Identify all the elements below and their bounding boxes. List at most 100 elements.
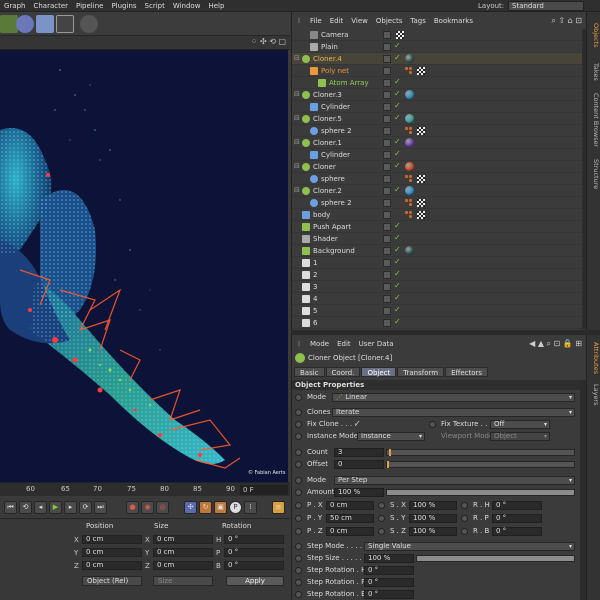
side-tab-attributes[interactable]: Attributes (588, 339, 600, 377)
am-menu-mode[interactable]: Mode (306, 340, 333, 348)
apply-button[interactable]: Apply (226, 576, 284, 586)
rotate-key-icon[interactable]: ↻ (199, 501, 212, 514)
object-name[interactable]: sphere 2 (321, 126, 352, 136)
visibility-toggle[interactable] (383, 79, 391, 87)
object-name[interactable]: 1 (313, 258, 317, 268)
material-tag-icon[interactable] (405, 114, 414, 123)
s-y-field[interactable]: 100 % (409, 514, 457, 523)
scale-key-icon[interactable]: ▣ (214, 501, 227, 514)
grip-icon[interactable]: ⁞ (292, 340, 306, 348)
clones-select[interactable]: Iterate (332, 408, 575, 417)
om-menu-tags[interactable]: Tags (406, 17, 430, 25)
anim-radio[interactable] (295, 528, 302, 535)
om-menu-bookmarks[interactable]: Bookmarks (430, 17, 477, 25)
s-x-field[interactable]: 100 % (409, 501, 457, 510)
anim-radio[interactable] (295, 579, 302, 586)
om-toolbar-icons[interactable]: ⌕ ⇧ ⌂ ⊡ (551, 16, 582, 26)
side-tab-content-browser[interactable]: Content Browser (588, 90, 600, 150)
count-slider[interactable] (386, 449, 575, 456)
step-size-slider[interactable] (416, 555, 575, 562)
material-tag-icon[interactable] (405, 246, 414, 255)
p-x-field[interactable]: 0 cm (326, 501, 374, 510)
visibility-toggle[interactable] (383, 67, 391, 75)
visibility-toggle[interactable] (383, 103, 391, 111)
fix-texture-select[interactable]: Off (490, 420, 550, 429)
visibility-toggle[interactable] (383, 139, 391, 147)
object-name[interactable]: Background (313, 246, 355, 256)
object-row[interactable]: ⊟ Cloner.3 ✓ (292, 89, 582, 101)
pla-key-icon[interactable]: ⁞ (244, 501, 257, 514)
size-x-field[interactable]: 0 cm (153, 535, 213, 544)
frame-field[interactable]: 0 F (240, 485, 288, 495)
visibility-toggle[interactable] (383, 259, 391, 267)
menu-script[interactable]: Script (141, 2, 169, 10)
object-name[interactable]: sphere 2 (321, 198, 352, 208)
om-menu-view[interactable]: View (347, 17, 372, 25)
rot-p-field[interactable]: 0 ° (224, 548, 284, 557)
om-menu-objects[interactable]: Objects (372, 17, 406, 25)
visibility-toggle[interactable] (383, 175, 391, 183)
am-menu-user-data[interactable]: User Data (355, 340, 398, 348)
offset-slider[interactable] (386, 461, 575, 468)
mode2-select[interactable]: Per Step (334, 476, 575, 485)
menu-plugins[interactable]: Plugins (107, 2, 140, 10)
object-row[interactable]: ⊟ Cloner ✓ (292, 161, 582, 173)
p-z-field[interactable]: 0 cm (326, 527, 374, 536)
object-name[interactable]: Poly net (321, 66, 349, 76)
anim-radio[interactable] (461, 515, 468, 522)
instance-mode-select[interactable]: Instance (357, 432, 425, 441)
object-name[interactable]: Cloner.3 (313, 90, 342, 100)
expand-icon[interactable]: ⊟ (294, 54, 300, 62)
visibility-toggle[interactable] (383, 271, 391, 279)
visibility-toggle[interactable] (383, 247, 391, 255)
viewport[interactable] (0, 50, 288, 482)
object-row[interactable]: Cylinder ✓ (292, 149, 582, 161)
move-key-icon[interactable]: ✣ (184, 501, 197, 514)
timeline-menu-icon[interactable]: ≡ (272, 501, 285, 514)
am-toolbar-icons[interactable]: ◀ ▲ ⌕ ⊡ 🔒 ⊞ (529, 339, 582, 349)
rot-h-field[interactable]: 0 ° (224, 535, 284, 544)
viewport-controls-icon[interactable]: ⁘ ✣ ⟲ ▢ (251, 37, 286, 46)
tab-object[interactable]: Object (361, 367, 397, 377)
visibility-toggle[interactable] (383, 163, 391, 171)
visibility-toggle[interactable] (383, 91, 391, 99)
layout-select[interactable]: Standard (508, 1, 584, 11)
anim-radio[interactable] (295, 567, 302, 574)
object-row[interactable]: 4 ✓ (292, 293, 582, 305)
am-menu-edit[interactable]: Edit (333, 340, 355, 348)
enabled-check-icon[interactable]: ✓ (394, 89, 401, 98)
visibility-toggle[interactable] (383, 151, 391, 159)
anim-radio[interactable] (295, 394, 302, 401)
menu-character[interactable]: Character (29, 2, 72, 10)
object-name[interactable]: Cloner.1 (313, 138, 342, 148)
texture-tag-icon[interactable] (417, 127, 425, 135)
expand-icon[interactable]: ⊟ (294, 186, 300, 194)
expand-icon[interactable]: ⊟ (294, 90, 300, 98)
size-y-field[interactable]: 0 cm (153, 548, 213, 557)
object-name[interactable]: Camera (321, 30, 348, 40)
object-row[interactable]: ⊟ Cloner.4 ✓ (292, 53, 582, 65)
autokey-icon[interactable]: ◉ (141, 501, 154, 514)
selection-tag-icon[interactable] (405, 199, 413, 207)
anim-radio[interactable] (295, 502, 302, 509)
object-name[interactable]: sphere (321, 174, 345, 184)
object-name[interactable]: Cloner.4 (313, 54, 342, 64)
size-z-field[interactable]: 0 cm (153, 561, 213, 570)
anim-radio[interactable] (295, 409, 302, 416)
visibility-toggle[interactable] (383, 43, 391, 51)
selection-tag-icon[interactable] (405, 127, 413, 135)
enabled-check-icon[interactable]: ✓ (394, 257, 401, 266)
visibility-toggle[interactable] (383, 307, 391, 315)
object-row[interactable]: Camera (292, 29, 582, 41)
pos-x-field[interactable]: 0 cm (82, 535, 142, 544)
enabled-check-icon[interactable]: ✓ (394, 221, 401, 230)
enabled-check-icon[interactable]: ✓ (394, 161, 401, 170)
camera-tool-icon[interactable] (56, 15, 74, 33)
object-name[interactable]: body (313, 210, 330, 220)
side-tab-objects[interactable]: Objects (588, 16, 600, 54)
material-tag-icon[interactable] (405, 162, 414, 171)
menu-pipeline[interactable]: Pipeline (72, 2, 107, 10)
enabled-check-icon[interactable]: ✓ (394, 305, 401, 314)
visibility-toggle[interactable] (383, 115, 391, 123)
visibility-toggle[interactable] (383, 283, 391, 291)
